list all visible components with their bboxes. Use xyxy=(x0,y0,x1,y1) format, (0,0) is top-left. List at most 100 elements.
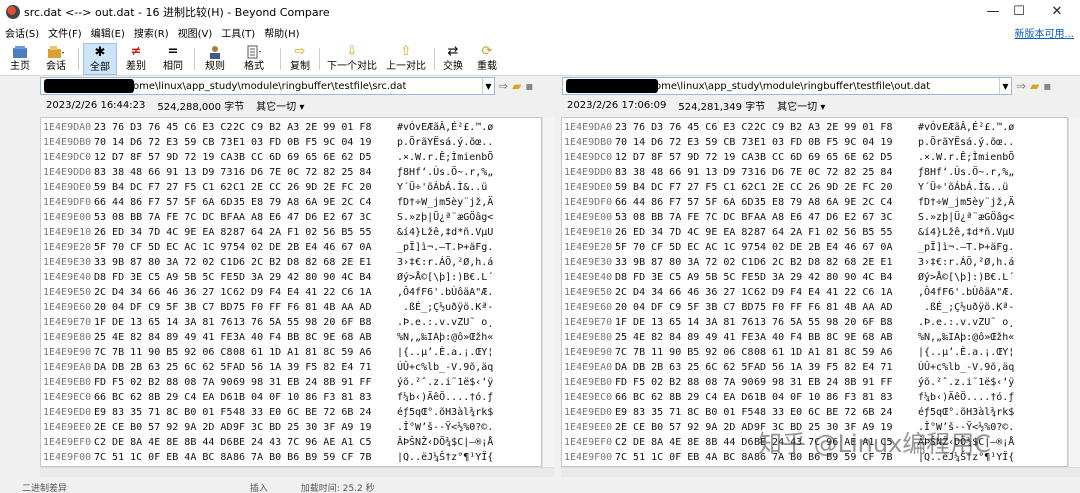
hex-bytes-low: 7C 51 1C 0F EB 4A BC 8A xyxy=(615,452,754,463)
left-save-icon[interactable]: ▪ xyxy=(525,79,533,93)
hex-bytes-high: 86 7A B0 B6 B9 59 CF 7B xyxy=(233,452,372,463)
prev-diff-button[interactable]: ⇧ 上一对比 xyxy=(383,43,429,75)
home-button[interactable]: 主页 xyxy=(4,43,36,75)
hex-bytes-high: AA A8 E6 47 D6 E2 67 3C xyxy=(754,212,893,223)
all-filter-button[interactable]: ✱ 全部 xyxy=(83,43,117,75)
ascii-text: %N‚„‰IAþ:@ô»Œžh« xyxy=(918,332,1015,343)
menu-tools[interactable]: 工具(T) xyxy=(216,25,259,40)
hex-bytes-low: 2E CE B0 57 92 9A 2D AD xyxy=(615,422,754,433)
hex-bytes-low: 2C D4 34 66 46 36 27 1C xyxy=(615,287,754,298)
ascii-text: ,Ô4fF6'.bÙôäA"Æ. xyxy=(397,287,494,298)
swap-label: 交换 xyxy=(443,61,463,72)
right-hex-pane[interactable]: 1E4E9DA0 23 76 D3 76 45 C6 E3 C2 2C C9 B2 … xyxy=(561,117,1068,467)
watermark: 知乎 @Linux编程用C xyxy=(758,430,992,458)
hex-bytes-high: BE 24 43 7C 96 AE A1 C5 xyxy=(233,437,372,448)
next-diff-button[interactable]: ⇩ 下一个对比 xyxy=(323,43,381,75)
hex-row: 1E4E9EA0 DA DB 2B 63 25 6C 62 5F AD 56 1A … xyxy=(41,360,541,376)
ascii-text: .ßÉ_;Ç½uðÿö.Kª- xyxy=(397,302,494,313)
hex-bytes-low: 83 38 48 66 91 13 D9 73 xyxy=(94,167,233,178)
hex-bytes-low: 7C 7B 11 90 B5 92 06 C8 xyxy=(615,347,754,358)
right-save-icon[interactable]: ▪ xyxy=(1043,79,1051,93)
hex-row: 1E4E9DD0 83 38 48 66 91 13 D9 73 16 D6 7E … xyxy=(41,165,541,181)
menu-help[interactable]: 帮助(H) xyxy=(259,25,303,40)
hex-bytes-low: 53 08 BB 7A FE 7C DC BF xyxy=(615,212,754,223)
left-vertical-scrollbar[interactable] xyxy=(542,117,554,467)
new-version-link[interactable]: 新版本可用... xyxy=(1014,25,1074,40)
same-label: 相同 xyxy=(163,61,183,72)
left-swap-arrow-icon[interactable]: ⇒ xyxy=(498,79,508,93)
hex-offset: 1E4E9EB0 xyxy=(43,377,92,388)
equal-icon: = xyxy=(167,44,179,59)
ascii-text: ÂÞŠNŽ‹DÖ¾$C|–®¡Å xyxy=(397,437,494,448)
hex-offset: 1E4E9E80 xyxy=(43,332,92,343)
format-button[interactable]: 格式 xyxy=(234,43,274,75)
menu-file[interactable]: 文件(F) xyxy=(43,25,86,40)
hex-bytes-high: 13 76 5A 55 98 20 6F B8 xyxy=(754,317,893,328)
right-horizontal-scrollbar[interactable] xyxy=(561,467,1080,477)
all-label: 全部 xyxy=(90,62,110,73)
diff-filter-button[interactable]: ≠ 差别 xyxy=(120,43,152,75)
hex-bytes-low: 5F 70 CF 5D EC AC 1C 97 xyxy=(615,242,754,253)
ascii-text: p.ÖrãYËsá.ý.õœ.. xyxy=(918,137,1015,148)
right-file-info: 2023/2/26 17:06:09 524,281,349 字节 其它一切 ▾ xyxy=(567,97,837,114)
hex-bytes-low: 70 14 D6 72 E3 59 CB 73 xyxy=(94,137,233,148)
left-filter[interactable]: 其它一切 ▾ xyxy=(256,98,304,113)
right-filter[interactable]: 其它一切 ▾ xyxy=(777,98,825,113)
menu-session[interactable]: 会话(S) xyxy=(0,25,43,40)
hex-bytes-high: 16 D6 7E 0C 72 82 25 84 xyxy=(754,167,893,178)
rules-button[interactable]: 规则 xyxy=(199,43,231,75)
hex-bytes-high: 16 D6 7E 0C 72 82 25 84 xyxy=(233,167,372,178)
hex-offset: 1E4E9E60 xyxy=(43,302,92,313)
hex-row: 1E4E9E40 D8 FD 3E C5 A9 5B 5C FE 5D 3A 29 … xyxy=(41,270,541,286)
hex-offset: 1E4E9EC0 xyxy=(43,392,92,403)
hex-row: 1E4E9E60 20 04 DF C9 5F 3B C7 BD 75 F0 FF … xyxy=(562,300,1067,316)
format-label: 格式 xyxy=(244,61,264,72)
hex-bytes-high: AD 56 1A 39 F5 82 E4 71 xyxy=(754,362,893,373)
ascii-text: |Q..ëJ¼Š†z°¶¹YÏ{ xyxy=(397,452,494,463)
hex-bytes-high: 54 02 DE 2B E4 46 67 0A xyxy=(754,242,893,253)
right-vertical-scrollbar[interactable] xyxy=(1068,117,1080,467)
hex-bytes-high: D6 2C B2 D8 82 68 2E E1 xyxy=(754,257,893,268)
ascii-text: ÚÛ+c%lb_-V.9õ‚äq xyxy=(918,362,1015,373)
menu-edit[interactable]: 编辑(E) xyxy=(86,25,129,40)
menu-view[interactable]: 视图(V) xyxy=(173,25,217,40)
hex-row: 1E4E9E20 5F 70 CF 5D EC AC 1C 97 54 02 DE … xyxy=(41,240,541,256)
hex-row: 1E4E9E50 2C D4 34 66 46 36 27 1C 62 D9 F4 … xyxy=(41,285,541,301)
hex-offset: 1E4E9EE0 xyxy=(43,422,92,433)
left-folder-icon[interactable]: ▰ xyxy=(512,79,521,93)
right-swap-arrow-icon[interactable]: ⇒ xyxy=(1016,79,1026,93)
hex-bytes-low: 66 44 86 F7 57 5F 6A 6D xyxy=(615,197,754,208)
left-path-dropdown-icon[interactable]: ▼ xyxy=(482,78,494,94)
hex-offset: 1E4E9DA0 xyxy=(564,122,613,133)
toolbar-separator xyxy=(280,48,281,70)
hex-bytes-low: 66 BC 62 8B 29 C4 EA D6 xyxy=(615,392,754,403)
hex-row: 1E4E9E60 20 04 DF C9 5F 3B C7 BD 75 F0 FF … xyxy=(41,300,541,316)
hex-bytes-high: 69 98 31 EB 24 8B 91 FF xyxy=(754,377,893,388)
hex-bytes-high: E1 03 FD 0B F5 9C 04 19 xyxy=(233,137,372,148)
menu-search[interactable]: 搜索(R) xyxy=(129,25,173,40)
left-horizontal-scrollbar[interactable] xyxy=(40,467,554,477)
hex-bytes-low: FD F5 02 B2 88 08 7A 90 xyxy=(94,377,233,388)
hex-bytes-low: 66 BC 62 8B 29 C4 EA D6 xyxy=(94,392,233,403)
session-button[interactable]: 会话 xyxy=(38,43,74,75)
left-timestamp: 2023/2/26 16:44:23 xyxy=(46,100,146,111)
reload-button[interactable]: ⟳ 重载 xyxy=(473,43,501,75)
copy-button[interactable]: ⇨ 复制 xyxy=(285,43,315,75)
hex-bytes-high: 75 F0 FF F6 81 4B AA AD xyxy=(233,302,372,313)
hex-bytes-low: 53 08 BB 7A FE 7C DC BF xyxy=(94,212,233,223)
hex-bytes-high: 3A 40 F4 BB 8C 9E 68 AB xyxy=(754,332,893,343)
hex-row: 1E4E9EB0 FD F5 02 B2 88 08 7A 90 69 98 31 … xyxy=(41,375,541,391)
ascii-text: f¼b‹)ÄêÖ....†ó.ƒ xyxy=(397,392,494,403)
right-path-dropdown-icon[interactable]: ▼ xyxy=(999,78,1011,94)
right-folder-icon[interactable]: ▰ xyxy=(1030,79,1039,93)
hex-bytes-high: 1B 04 0F 10 86 F3 81 83 xyxy=(754,392,893,403)
hex-bytes-high: 08 61 1D A1 81 8C 59 A6 xyxy=(233,347,372,358)
ascii-text: 3›‡€:r.ÁÖ,²Ø‚h.á xyxy=(397,257,494,268)
ascii-text: p.ÖrãYËsá.ý.õœ.. xyxy=(397,137,494,148)
swap-button[interactable]: ⇄ 交换 xyxy=(439,43,467,75)
same-filter-button[interactable]: = 相同 xyxy=(156,43,190,75)
close-button[interactable]: ✕ xyxy=(1034,0,1080,23)
left-hex-pane[interactable]: 1E4E9DA0 23 76 D3 76 45 C6 E3 C2 2C C9 B2 … xyxy=(40,117,542,467)
hex-offset: 1E4E9EC0 xyxy=(564,392,613,403)
left-file-info: 2023/2/26 16:44:23 524,288,000 字节 其它一切 ▾ xyxy=(46,97,316,114)
